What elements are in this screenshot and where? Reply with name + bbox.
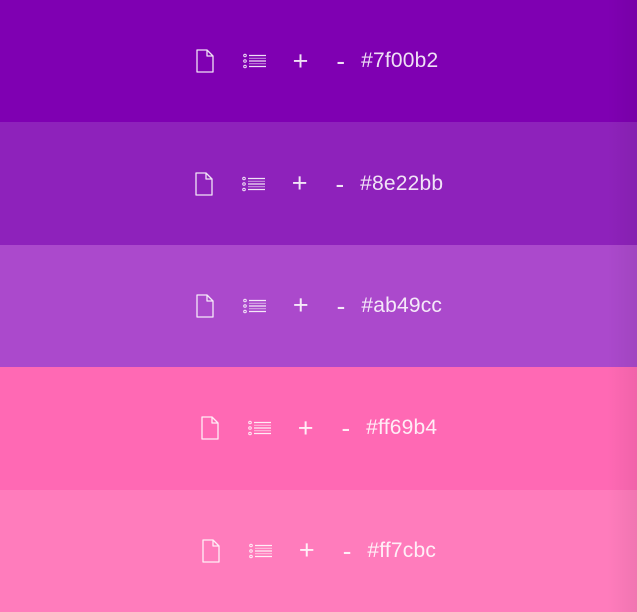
swatch-controls: + - #7f00b2 xyxy=(195,47,439,75)
color-swatch: + - #ff69b4 xyxy=(0,367,637,490)
color-palette: + - #7f00b2 + - #8e22bb + - #ab49cc + - … xyxy=(0,0,637,612)
document-icon[interactable] xyxy=(201,539,221,563)
remove-button[interactable]: - xyxy=(343,538,352,564)
document-icon[interactable] xyxy=(195,294,215,318)
color-swatch: + - #ff7cbc xyxy=(0,489,637,612)
list-icon[interactable] xyxy=(249,543,273,559)
swatch-controls: + - #ff69b4 xyxy=(200,414,438,442)
add-button[interactable]: + xyxy=(299,537,315,564)
swatch-controls: + - #ab49cc xyxy=(195,292,442,319)
swatch-controls: + - #ff7cbc xyxy=(201,537,436,564)
color-swatch: + - #ab49cc xyxy=(0,244,637,368)
remove-button[interactable]: - xyxy=(335,171,344,197)
list-icon[interactable] xyxy=(247,420,272,436)
list-icon[interactable] xyxy=(242,53,267,69)
hex-label: #ff69b4 xyxy=(366,416,438,440)
remove-button[interactable]: - xyxy=(342,415,351,441)
document-icon[interactable] xyxy=(195,49,215,73)
add-button[interactable]: + xyxy=(293,47,309,75)
color-swatch: + - #7f00b2 xyxy=(0,0,637,123)
remove-button[interactable]: - xyxy=(337,293,346,319)
swatch-controls: + - #8e22bb xyxy=(194,170,444,197)
list-icon[interactable] xyxy=(241,176,266,192)
hex-label: #ab49cc xyxy=(361,293,443,317)
document-icon[interactable] xyxy=(194,171,214,196)
list-icon[interactable] xyxy=(243,298,267,314)
hex-label: #7f00b2 xyxy=(361,49,439,73)
add-button[interactable]: + xyxy=(298,414,314,442)
color-swatch: + - #8e22bb xyxy=(0,122,637,246)
hex-label: #ff7cbc xyxy=(367,538,437,562)
add-button[interactable]: + xyxy=(293,292,309,319)
document-icon[interactable] xyxy=(200,416,220,441)
add-button[interactable]: + xyxy=(292,170,308,197)
remove-button[interactable]: - xyxy=(336,48,345,74)
hex-label: #8e22bb xyxy=(360,171,444,195)
